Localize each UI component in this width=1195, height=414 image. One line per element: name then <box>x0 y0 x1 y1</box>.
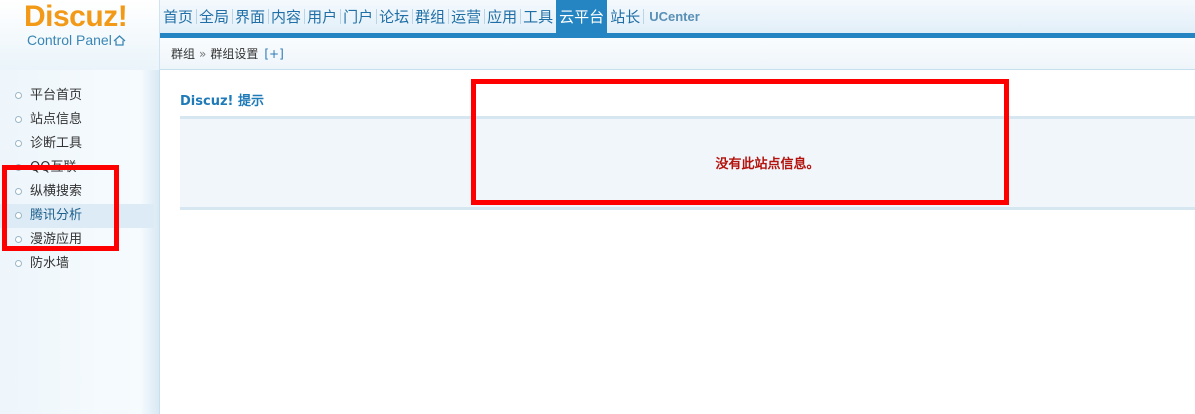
control-panel-link[interactable]: Control Panel <box>27 32 126 48</box>
nav-home[interactable]: 首页 <box>160 0 196 33</box>
brand-logo[interactable]: Discuz! <box>24 0 128 34</box>
sidebar-item-label: 漫游应用 <box>30 232 83 247</box>
sidebar-item-tencent-analytics[interactable]: 腾讯分析 <box>0 204 154 228</box>
top-nav: 首页 全局 界面 内容 用户 门户 论坛 群组 运营 应用 工具 云平台 站长 … <box>160 0 1195 33</box>
nav-global[interactable]: 全局 <box>196 0 232 33</box>
nav-webmaster[interactable]: 站长 <box>607 0 643 33</box>
nav-cloud-platform[interactable]: 云平台 <box>556 0 608 33</box>
nav-apps[interactable]: 应用 <box>484 0 520 33</box>
sidebar-item-search[interactable]: 纵横搜索 <box>0 180 154 204</box>
sidebar-item-firewall[interactable]: 防水墙 <box>0 252 154 276</box>
nav-tools[interactable]: 工具 <box>520 0 556 33</box>
bullet-icon <box>15 140 22 147</box>
nav-groups[interactable]: 群组 <box>412 0 448 33</box>
sidebar-item-roaming-apps[interactable]: 漫游应用 <box>0 228 154 252</box>
sidebar-item-label: 诊断工具 <box>30 136 83 151</box>
bullet-icon <box>15 92 22 99</box>
notice-box: 没有此站点信息。 <box>180 116 1195 210</box>
sidebar: 平台首页 站点信息 诊断工具 QQ互联 纵横搜索 腾讯分析 漫游应用 防水墙 <box>0 70 160 414</box>
sidebar-item-site-info[interactable]: 站点信息 <box>0 108 154 132</box>
sidebar-item-label: 防水墙 <box>30 256 70 271</box>
main-content: Discuz! 提示 没有此站点信息。 <box>160 70 1195 414</box>
bullet-icon <box>15 164 22 171</box>
sidebar-item-platform-home[interactable]: 平台首页 <box>0 84 154 108</box>
bullet-icon <box>15 188 22 195</box>
sidebar-item-diagnostics[interactable]: 诊断工具 <box>0 132 154 156</box>
breadcrumb-separator: » <box>199 46 207 61</box>
nav-operations[interactable]: 运营 <box>448 0 484 33</box>
control-panel-label: Control Panel <box>27 32 112 48</box>
sidebar-item-qq-connect[interactable]: QQ互联 <box>0 156 154 180</box>
bullet-icon <box>15 260 22 267</box>
logo-area: Discuz! Control Panel <box>0 0 160 70</box>
nav-users[interactable]: 用户 <box>304 0 340 33</box>
error-message: 没有此站点信息。 <box>715 157 820 172</box>
breadcrumb: 群组 » 群组设置 [+] <box>160 38 1195 70</box>
page-title: Discuz! 提示 <box>180 94 264 109</box>
nav-content[interactable]: 内容 <box>268 0 304 33</box>
nav-forum[interactable]: 论坛 <box>376 0 412 33</box>
nav-portal[interactable]: 门户 <box>340 0 376 33</box>
breadcrumb-groups[interactable]: 群组 <box>171 45 195 62</box>
bullet-icon <box>15 116 22 123</box>
breadcrumb-group-settings: 群组设置 <box>210 47 259 61</box>
sidebar-item-label: 纵横搜索 <box>30 184 83 199</box>
sidebar-item-label: 腾讯分析 <box>30 208 83 223</box>
bullet-icon <box>15 236 22 243</box>
nav-style[interactable]: 界面 <box>232 0 268 33</box>
nav-ucenter[interactable]: UCenter <box>643 0 706 33</box>
home-icon[interactable] <box>113 35 126 46</box>
sidebar-item-label: 站点信息 <box>30 112 83 127</box>
admin-control-panel: Discuz! Control Panel 首页 全局 界面 内容 用户 门户 … <box>0 0 1195 414</box>
sidebar-item-label: QQ互联 <box>30 160 77 175</box>
sidebar-item-label: 平台首页 <box>30 88 83 103</box>
bullet-icon <box>15 212 22 219</box>
add-shortcut-button[interactable]: [+] <box>264 47 283 61</box>
